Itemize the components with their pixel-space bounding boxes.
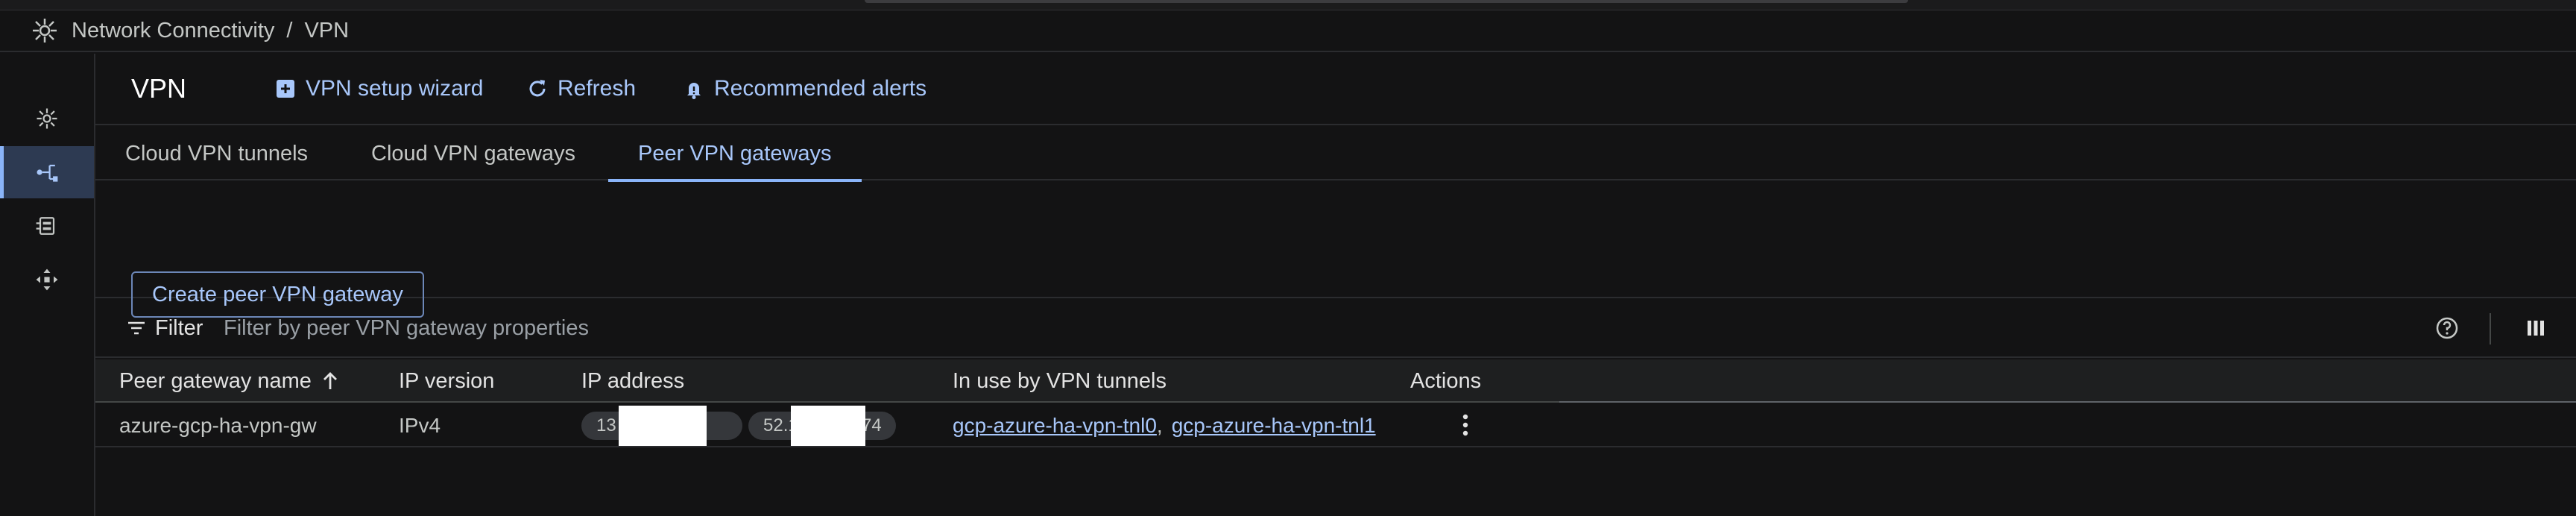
header-divider: [1559, 401, 2576, 403]
main-content: VPN VPN setup wizard Refresh Recommended…: [95, 54, 2576, 516]
ip-address-chip-prefix: 13: [596, 415, 616, 435]
add-box-icon: [277, 80, 294, 98]
page-title: VPN: [131, 73, 187, 104]
sidebar-item-network-connectivity[interactable]: [0, 92, 94, 145]
sidebar-items: [0, 54, 95, 516]
recommended-alerts-button[interactable]: Recommended alerts: [683, 76, 926, 101]
network-connectivity-icon: [33, 19, 57, 43]
tab-cloud-vpn-gateways[interactable]: Cloud VPN gateways: [341, 127, 605, 180]
gateway-name-cell: azure-gcp-ha-vpn-gw: [119, 414, 317, 437]
column-display-icon[interactable]: [2524, 316, 2548, 340]
breadcrumb-separator: /: [286, 18, 293, 43]
vpn-setup-wizard-button[interactable]: VPN setup wizard: [274, 76, 483, 101]
tab-bar: Cloud VPN tunnels Cloud VPN gateways Pee…: [95, 127, 2576, 182]
tunnel-separator: ,: [1156, 414, 1163, 437]
network-connectivity-icon: [37, 108, 57, 129]
hub-spoke-icon: [36, 268, 58, 291]
vpn-icon: [37, 164, 58, 182]
tab-cloud-vpn-tunnels[interactable]: Cloud VPN tunnels: [95, 127, 338, 180]
filter-input[interactable]: Filter by peer VPN gateway properties: [224, 316, 589, 341]
column-header-ip-version[interactable]: IP version: [399, 359, 494, 403]
filter-button[interactable]: Filter: [125, 316, 203, 341]
breadcrumb: Network Connectivity / VPN: [0, 10, 2576, 52]
breadcrumb-product-link[interactable]: Network Connectivity: [72, 19, 274, 43]
sidebar-item-hub[interactable]: [0, 254, 94, 306]
column-header-name-label: Peer gateway name: [119, 368, 312, 393]
recommended-alerts-label: Recommended alerts: [714, 76, 927, 101]
filter-icon: [128, 321, 145, 335]
refresh-button[interactable]: Refresh: [526, 76, 636, 101]
table-row: azure-gcp-ha-vpn-gw IPv4 13 73 52.1 74 g…: [95, 404, 2576, 447]
column-header-tunnels[interactable]: In use by VPN tunnels: [953, 359, 1167, 403]
browser-top-strip: [0, 0, 2576, 10]
tunnel-link[interactable]: gcp-azure-ha-vpn-tnl1: [1172, 414, 1376, 438]
breadcrumb-current-page: VPN: [304, 18, 350, 43]
column-header-actions: Actions: [1410, 368, 1482, 393]
table-header: Peer gateway name IP version IP address …: [95, 359, 2576, 403]
help-icon[interactable]: [2434, 315, 2460, 341]
refresh-label: Refresh: [558, 76, 637, 101]
filter-bar: Filter Filter by peer VPN gateway proper…: [95, 300, 2576, 358]
tunnel-link[interactable]: gcp-azure-ha-vpn-tnl0: [953, 414, 1157, 438]
sort-ascending-icon[interactable]: [319, 370, 341, 392]
sidebar-item-vpn[interactable]: [0, 146, 94, 198]
toolbar-divider: [2490, 313, 2491, 344]
more-actions-icon[interactable]: [1450, 410, 1480, 440]
top-scroll-indicator: [865, 0, 1908, 3]
alert-bell-icon: [687, 83, 701, 99]
column-header-name[interactable]: Peer gateway name: [119, 359, 341, 403]
filter-label: Filter: [155, 315, 203, 340]
ip-version-cell: IPv4: [399, 414, 441, 437]
redaction-box: [791, 406, 865, 446]
tab-peer-vpn-gateways[interactable]: Peer VPN gateways: [608, 127, 862, 182]
page-header: VPN VPN setup wizard Refresh Recommended…: [95, 54, 2576, 125]
refresh-icon: [529, 80, 546, 97]
vpn-setup-wizard-label: VPN setup wizard: [306, 76, 484, 101]
redaction-box: [619, 406, 707, 446]
sidebar-item-router[interactable]: [0, 200, 94, 252]
tunnels-cell: gcp-azure-ha-vpn-tnl0 , gcp-azure-ha-vpn…: [953, 404, 1376, 447]
action-bar: Create peer VPN gateway: [95, 182, 2576, 318]
column-header-ip-address[interactable]: IP address: [581, 359, 684, 403]
router-icon: [36, 217, 55, 235]
